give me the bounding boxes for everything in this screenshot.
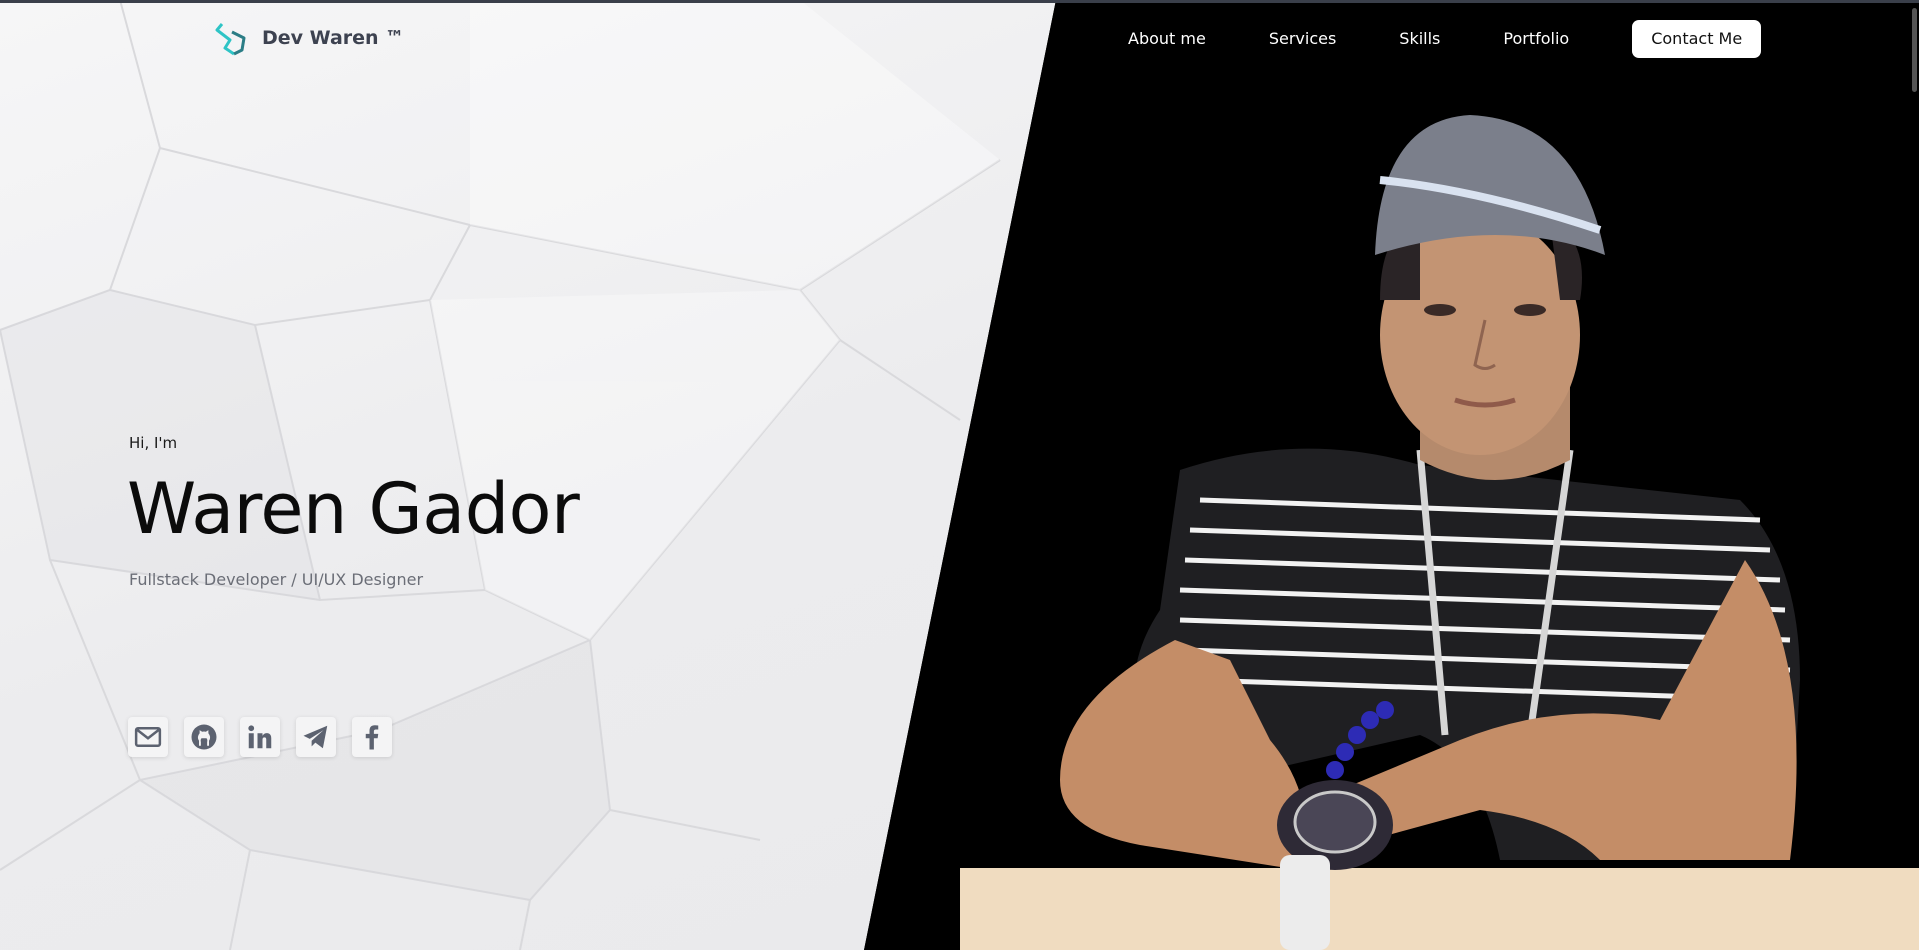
page-scrollbar[interactable] bbox=[1912, 8, 1917, 92]
nav-portfolio[interactable]: Portfolio bbox=[1503, 20, 1569, 58]
window-top-border bbox=[0, 0, 1919, 3]
contact-me-button[interactable]: Contact Me bbox=[1632, 20, 1762, 58]
facebook-icon bbox=[365, 725, 379, 750]
telegram-link[interactable] bbox=[296, 717, 336, 757]
facebook-link[interactable] bbox=[352, 717, 392, 757]
nav-about-me[interactable]: About me bbox=[1128, 20, 1206, 58]
social-links bbox=[128, 717, 392, 757]
nav-services[interactable]: Services bbox=[1269, 20, 1336, 58]
nav-skills[interactable]: Skills bbox=[1399, 20, 1440, 58]
hero-greeting: Hi, I'm bbox=[129, 434, 178, 452]
email-link[interactable] bbox=[128, 717, 168, 757]
linkedin-icon bbox=[248, 725, 272, 749]
telegram-icon bbox=[303, 725, 328, 749]
github-icon bbox=[191, 724, 217, 750]
mail-icon bbox=[134, 727, 162, 747]
hero-role: Fullstack Developer / UI/UX Designer bbox=[129, 570, 424, 589]
brand-logo-icon bbox=[215, 23, 246, 56]
main-navigation: About me Services Skills Portfolio Conta… bbox=[1128, 20, 1762, 58]
brand-name: Dev Waren ™ bbox=[262, 27, 405, 49]
hero-name: Waren Gador bbox=[127, 468, 580, 550]
github-link[interactable] bbox=[184, 717, 224, 757]
linkedin-link[interactable] bbox=[240, 717, 280, 757]
brand-logo-link[interactable]: Dev Waren ™ bbox=[214, 20, 404, 56]
